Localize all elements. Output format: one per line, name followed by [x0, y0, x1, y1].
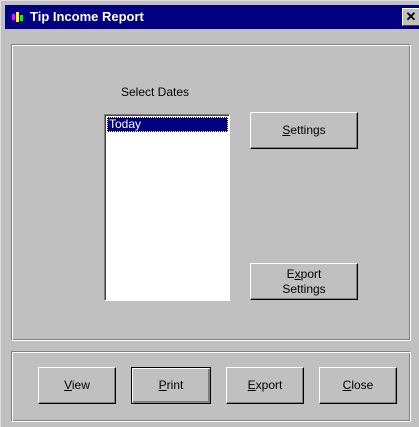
print-button-label: Print: [158, 378, 184, 392]
window-title: Tip Income Report: [30, 9, 144, 24]
close-icon[interactable]: ✕: [402, 8, 419, 26]
title-bar[interactable]: Tip Income Report ✕: [5, 5, 419, 29]
print-button[interactable]: Print: [131, 367, 211, 404]
export-button-label: Export: [247, 378, 283, 392]
view-button-label: View: [64, 378, 90, 392]
view-button[interactable]: View: [38, 367, 116, 404]
close-button[interactable]: Close: [319, 367, 397, 404]
close-button-label: Close: [342, 378, 374, 392]
export-button[interactable]: Export: [226, 367, 304, 404]
export-settings-button[interactable]: Export Settings: [250, 263, 358, 300]
export-settings-label-line1: Export: [286, 266, 322, 281]
settings-button-label: Settings: [282, 123, 326, 137]
tip-income-report-window: Tip Income Report ✕ Select Dates Today S…: [0, 0, 419, 427]
settings-button[interactable]: Settings: [250, 112, 358, 149]
list-item-today[interactable]: Today: [107, 117, 228, 132]
export-settings-label-line2: Settings: [282, 281, 326, 296]
dates-listbox[interactable]: Today: [104, 114, 230, 301]
app-icon: [12, 12, 23, 22]
select-dates-label: Select Dates: [121, 85, 190, 99]
